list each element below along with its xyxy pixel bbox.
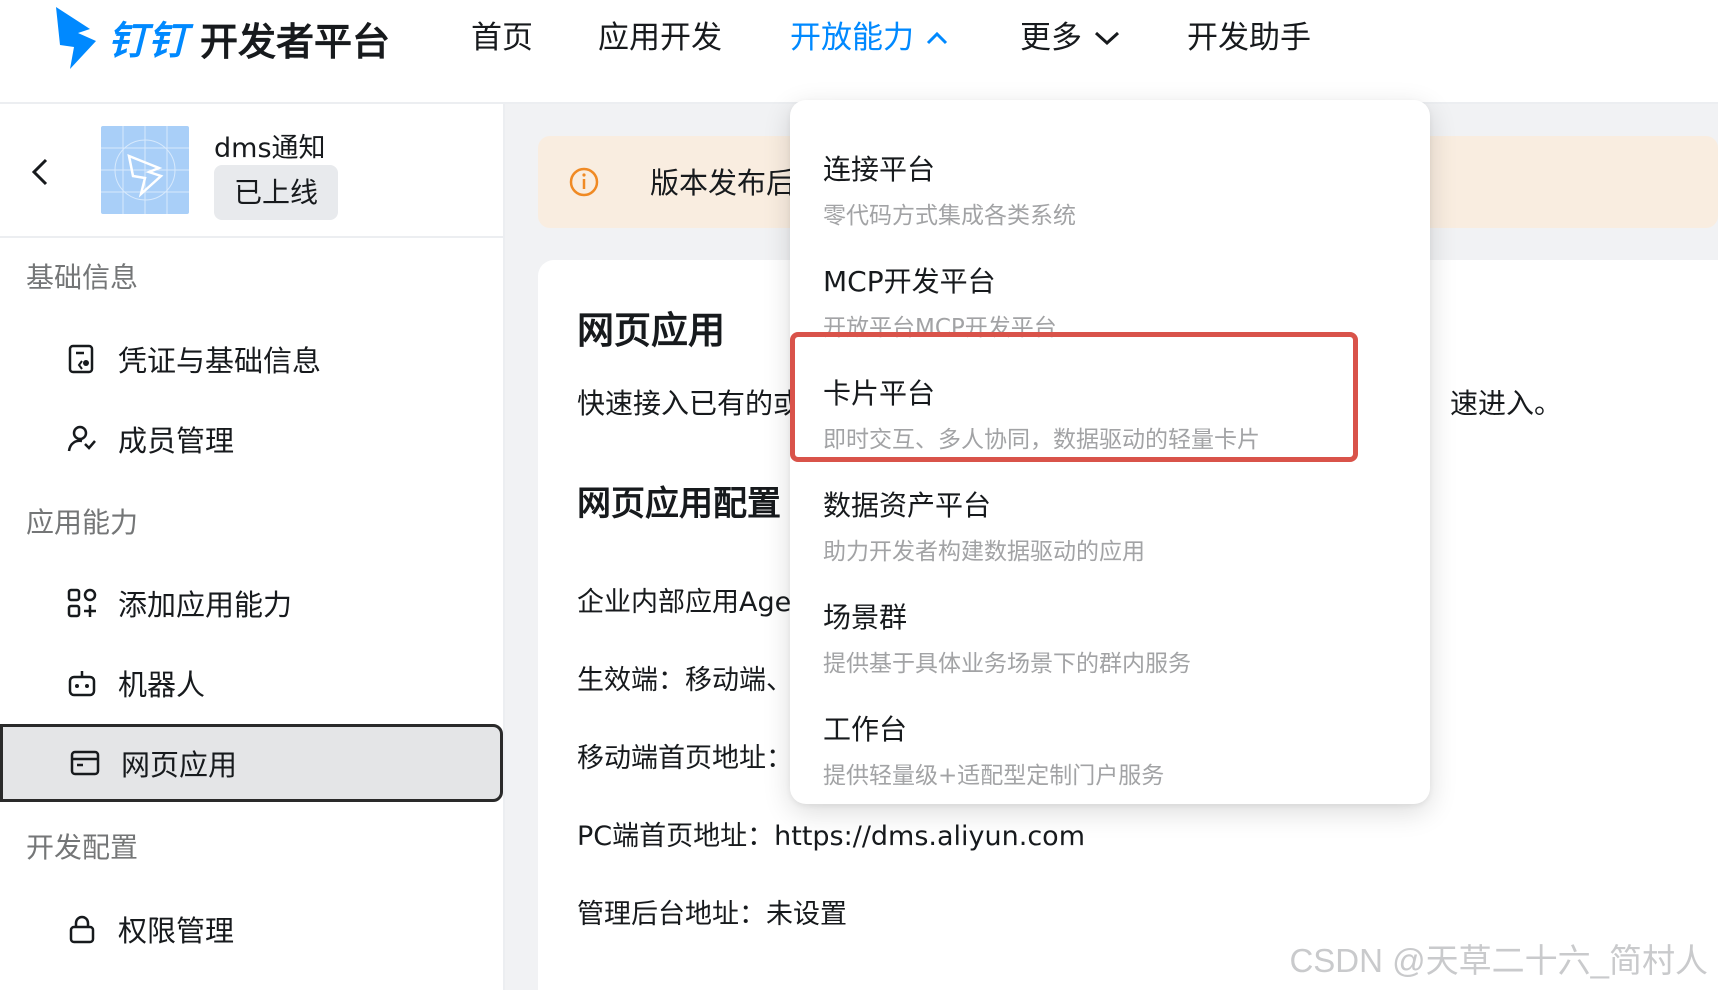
menu-item-mcp-platform[interactable]: MCP开发平台 开放平台MCP开发平台: [790, 232, 1430, 344]
config-section-title: 网页应用配置: [577, 484, 781, 524]
sidebar-item-label: 网页应用: [121, 748, 238, 782]
chevron-up-icon: [926, 31, 948, 45]
nav-item-label: 更多: [1020, 20, 1082, 56]
field-admin-url: 管理后台地址：未设置: [577, 899, 847, 930]
field-mobile-home-url: 移动端首页地址：: [577, 743, 793, 774]
brand-logo-link[interactable]: 钉钉 开发者平台: [52, 0, 390, 76]
menu-item-desc: 助力开发者构建数据驱动的应用: [823, 539, 1145, 565]
sidebar-item-label: 成员管理: [118, 424, 235, 458]
chevron-down-icon: [1094, 31, 1120, 46]
page-title: 网页应用: [577, 309, 725, 352]
watermark: CSDN @天草二十六_简村人: [1289, 942, 1708, 979]
menu-item-desc: 开放平台MCP开发平台: [823, 315, 1057, 341]
app-header: dms通知 已上线: [0, 104, 503, 238]
sidebar-item-credentials[interactable]: 凭证与基础信息: [0, 322, 503, 396]
nav-item-open-capabilities[interactable]: 开放能力: [790, 16, 948, 60]
menu-item-card-platform[interactable]: 卡片平台 即时交互、多人协同，数据驱动的轻量卡片: [790, 344, 1430, 456]
left-sidebar: dms通知 已上线 基础信息 凭证与基础信息 成员管理 应用能力 添加应用能力: [0, 104, 505, 990]
sidebar-item-web-app[interactable]: 网页应用: [0, 724, 503, 802]
sidebar-group-basic-info: 基础信息: [26, 261, 139, 294]
menu-item-title: 场景群: [823, 601, 908, 634]
nav-item-label: 开发助手: [1187, 20, 1311, 56]
app-icon: [101, 126, 189, 214]
sidebar-group-app-capabilities: 应用能力: [26, 506, 139, 539]
nav-item-more[interactable]: 更多: [1020, 16, 1120, 60]
menu-item-title: 数据资产平台: [823, 489, 992, 522]
field-effective-platforms: 生效端：移动端、: [577, 665, 793, 696]
apps-add-icon: [67, 588, 97, 618]
sidebar-item-label: 机器人: [118, 668, 206, 702]
nav-item-home[interactable]: 首页: [471, 16, 533, 60]
page-description-tail: 速进入。: [1450, 387, 1563, 420]
nav-item-label: 应用开发: [598, 20, 722, 56]
menu-item-data-asset-platform[interactable]: 数据资产平台 助力开发者构建数据驱动的应用: [790, 456, 1430, 568]
open-capabilities-dropdown: 连接平台 零代码方式集成各类系统 MCP开发平台 开放平台MCP开发平台 卡片平…: [790, 100, 1430, 804]
menu-item-desc: 提供基于具体业务场景下的群内服务: [823, 651, 1191, 677]
sidebar-item-label: 权限管理: [118, 914, 235, 948]
brand-subtitle: 开发者平台: [200, 19, 391, 64]
menu-item-desc: 零代码方式集成各类系统: [823, 203, 1076, 229]
back-arrow-icon[interactable]: [26, 152, 54, 192]
info-icon: [569, 167, 599, 197]
menu-item-desc: 提供轻量级+适配型定制门户服务: [823, 763, 1165, 789]
menu-item-scene-group[interactable]: 场景群 提供基于具体业务场景下的群内服务: [790, 568, 1430, 680]
field-pc-home-url: PC端首页地址：https://dms.aliyun.com: [577, 821, 1086, 852]
sidebar-item-members[interactable]: 成员管理: [0, 402, 503, 476]
dingtalk-logo-icon: [56, 7, 96, 69]
top-navigation-bar: 钉钉 开发者平台 首页 应用开发 开放能力 更多 开发助手: [0, 0, 1718, 104]
credential-icon: [68, 344, 94, 374]
lock-icon: [69, 915, 95, 944]
app-name: dms通知: [214, 133, 326, 164]
menu-item-title: 连接平台: [823, 153, 936, 186]
user-icon: [67, 425, 96, 452]
menu-item-title: 卡片平台: [823, 377, 936, 410]
robot-icon: [68, 671, 96, 697]
sidebar-item-add-capability[interactable]: 添加应用能力: [0, 566, 503, 640]
menu-item-title: MCP开发平台: [823, 265, 996, 298]
browser-icon: [70, 750, 100, 776]
sidebar-group-dev-config: 开发配置: [26, 831, 139, 864]
sidebar-item-label: 凭证与基础信息: [118, 344, 322, 378]
nav-item-label: 开放能力: [790, 20, 914, 56]
status-badge: 已上线: [214, 165, 338, 220]
menu-item-workbench[interactable]: 工作台 提供轻量级+适配型定制门户服务: [790, 680, 1430, 792]
sidebar-item-permissions[interactable]: 权限管理: [0, 892, 503, 966]
menu-item-desc: 即时交互、多人协同，数据驱动的轻量卡片: [823, 427, 1260, 453]
app-logo-icon: [101, 126, 189, 214]
sidebar-item-robot[interactable]: 机器人: [0, 646, 503, 720]
menu-item-title: 工作台: [823, 713, 908, 746]
field-agent-id: 企业内部应用Age: [577, 587, 792, 618]
sidebar-item-label: 添加应用能力: [118, 588, 293, 622]
nav-item-label: 首页: [471, 20, 533, 56]
nav-item-app-development[interactable]: 应用开发: [598, 16, 722, 60]
page-description: 快速接入已有的或: [577, 387, 802, 420]
brand-name: 钉钉: [108, 19, 189, 64]
menu-item-connect-platform[interactable]: 连接平台 零代码方式集成各类系统: [790, 120, 1430, 232]
nav-item-dev-assistant[interactable]: 开发助手: [1187, 16, 1311, 60]
